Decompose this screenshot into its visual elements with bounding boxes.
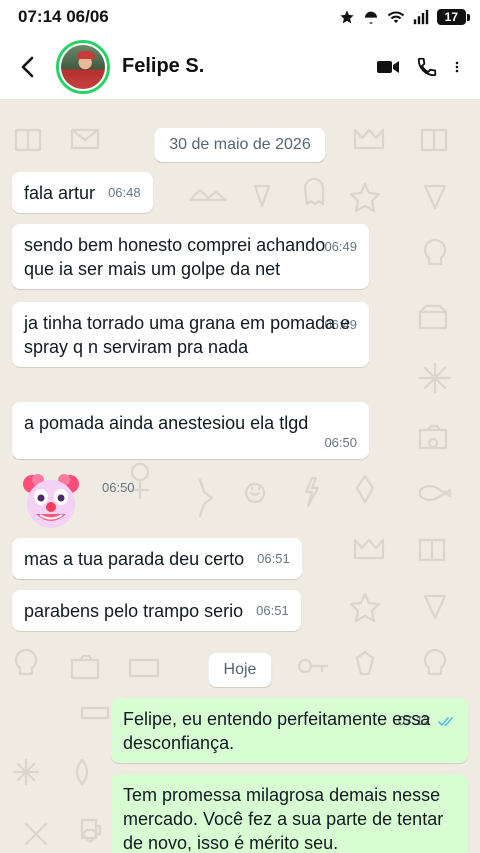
battery-icon: 17	[436, 9, 471, 25]
more-vert-icon[interactable]	[454, 57, 460, 77]
contact-name[interactable]: Felipe S.	[122, 55, 376, 78]
message-bubble[interactable]: mas a tua parada deu certo 06:51	[12, 538, 302, 579]
message-text: mas a tua parada deu certo	[24, 549, 245, 569]
message-bubble[interactable]: fala artur 06:48	[12, 172, 153, 213]
chat-area[interactable]: 30 de maio de 2026 fala artur 06:48 send…	[0, 100, 480, 853]
avatar-photo	[61, 44, 105, 89]
message-text: sendo bem honesto comprei achando que ia…	[24, 235, 326, 279]
message-bubble-outgoing[interactable]: Felipe, eu entendo perfeitamente essa de…	[111, 698, 468, 763]
double-check-icon	[438, 717, 453, 727]
signal-icon	[413, 9, 428, 25]
message-time: 06:49	[324, 239, 357, 254]
message-time: 06:51	[257, 551, 290, 566]
message-bubble[interactable]: ja tinha torrado uma grana em pomada e s…	[12, 302, 369, 367]
message-bubble-outgoing[interactable]: Tem promessa milagrosa demais nesse merc…	[111, 774, 468, 853]
message-bubble[interactable]: sendo bem honesto comprei achando que ia…	[12, 224, 369, 289]
date-separator: Hoje	[208, 653, 272, 687]
star-icon	[339, 10, 354, 24]
avatar[interactable]	[56, 39, 110, 94]
message-text: ja tinha torrado uma grana em pomada e s…	[24, 313, 351, 357]
message-time: 06:50	[324, 435, 357, 450]
message-time: 06:50	[102, 480, 135, 495]
clown-sticker	[23, 474, 79, 528]
message-text: a pomada ainda anestesiou ela tlgd	[24, 413, 309, 433]
back-button[interactable]	[0, 34, 56, 100]
video-call-icon[interactable]	[376, 58, 400, 76]
sticker-message[interactable]: 06:50	[22, 472, 135, 532]
message-text: Tem promessa milagrosa demais nesse merc…	[123, 785, 444, 853]
message-time: 06:48	[108, 185, 141, 200]
date-separator: 30 de maio de 2026	[154, 128, 326, 162]
wifi-icon	[387, 11, 404, 23]
back-arrow-icon	[21, 56, 34, 77]
message-text: parabens pelo trampo serio	[24, 601, 244, 621]
phone-icon[interactable]	[416, 56, 438, 78]
alarm-icon	[364, 11, 377, 24]
status-time-date: 07:14 06/06	[18, 7, 109, 26]
message-text: Felipe, eu entendo perfeitamente essa de…	[123, 709, 431, 753]
header-actions	[376, 56, 480, 78]
message-bubble[interactable]: parabens pelo trampo serio 06:51	[12, 590, 301, 631]
status-icons: 17	[339, 9, 471, 25]
message-time: 06:51	[256, 603, 289, 618]
message-bubble[interactable]: a pomada ainda anestesiou ela tlgd 06:50	[12, 402, 369, 459]
status-bar: 07:14 06/06 17	[0, 0, 480, 34]
message-text: fala artur	[24, 183, 96, 203]
chat-header: Felipe S.	[0, 34, 480, 100]
